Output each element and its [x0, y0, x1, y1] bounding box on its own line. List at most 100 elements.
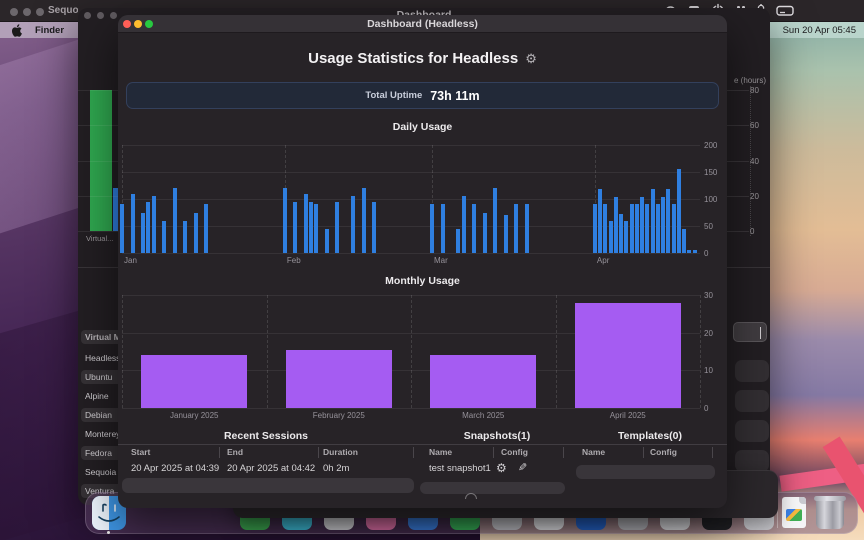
daily-bar — [682, 228, 687, 253]
daily-bar — [640, 197, 645, 253]
gridline — [78, 125, 122, 126]
daily-bar — [361, 188, 366, 253]
daily-bar — [613, 197, 618, 253]
gridline — [78, 161, 122, 162]
gridline — [78, 90, 122, 91]
daily-bar — [676, 169, 681, 253]
apple-menu-icon[interactable] — [12, 23, 23, 37]
settings-gear-icon[interactable]: ⚙ — [525, 52, 537, 65]
y-axis-tick: 100 — [704, 195, 718, 204]
monthly-usage-title: Monthly Usage — [385, 275, 460, 287]
column-divider — [318, 447, 319, 458]
gridline — [122, 253, 700, 254]
gridline — [122, 145, 700, 146]
daily-bar — [645, 204, 650, 253]
month-gridline — [122, 295, 123, 408]
daily-bar — [624, 220, 629, 253]
column-header: Duration — [323, 447, 358, 457]
daily-bar — [193, 212, 198, 253]
daily-bar — [503, 215, 508, 253]
y-axis-tick: 10 — [704, 366, 713, 376]
hours-tick: 60 — [750, 121, 759, 130]
daily-bar — [603, 204, 608, 253]
daily-bar — [120, 204, 124, 253]
daily-bar — [514, 204, 519, 253]
templates-title: Templates(0) — [618, 430, 682, 442]
daily-bar — [335, 201, 340, 253]
month-label: Apr — [596, 256, 610, 265]
daily-bar — [430, 204, 435, 253]
column-divider — [413, 447, 414, 458]
gridline — [727, 231, 749, 232]
dashboard-headless-window: Dashboard (Headless) Usage Statistics fo… — [118, 15, 727, 508]
page-fold — [799, 497, 806, 504]
daily-bar — [482, 212, 487, 253]
session-row-highlight[interactable] — [122, 478, 414, 493]
gridline — [727, 125, 749, 126]
daily-bar — [650, 189, 655, 253]
daily-bar — [456, 228, 461, 253]
month-label: Feb — [286, 256, 301, 265]
monthly-usage-chart — [122, 295, 701, 409]
snapshot-edit-pencil-icon[interactable]: ✎ — [518, 461, 527, 476]
text-field[interactable] — [733, 322, 767, 342]
daily-usage-chart — [120, 145, 700, 254]
daily-bar — [687, 250, 692, 253]
gridline — [78, 231, 122, 232]
hours-tick: 40 — [750, 157, 759, 166]
column-divider — [219, 447, 220, 458]
config-row-pill[interactable] — [735, 360, 769, 382]
daily-bar — [151, 196, 156, 253]
daily-bar — [314, 204, 319, 253]
month-label: February 2025 — [312, 411, 365, 420]
minimize-button[interactable] — [23, 8, 31, 16]
menu-item-finder[interactable]: Finder — [35, 25, 64, 36]
month-label: Jan — [124, 256, 137, 265]
month-gridline — [700, 295, 701, 408]
month-label: April 2025 — [609, 411, 646, 420]
menubar-clock[interactable]: Sun 20 Apr 05:45 — [783, 22, 856, 38]
snapshot-config-gear-icon[interactable]: ⚙ — [496, 461, 507, 476]
zoom-button[interactable] — [36, 8, 44, 16]
y-axis-tick: 0 — [704, 404, 709, 413]
snapshot-name: test snapshot1 — [429, 463, 491, 474]
monthly-bar — [430, 355, 537, 408]
close-button[interactable] — [10, 8, 18, 16]
document-dock-icon[interactable] — [782, 497, 806, 528]
column-divider — [643, 447, 644, 458]
daily-bar — [141, 212, 146, 253]
config-row-pill[interactable] — [735, 390, 769, 412]
daily-bar — [692, 250, 697, 253]
snapshots-title: Snapshots(1) — [463, 430, 531, 442]
daily-usage-title: Daily Usage — [392, 121, 453, 133]
template-empty-row[interactable] — [576, 465, 715, 479]
daily-bar — [172, 188, 177, 253]
gridline — [122, 408, 700, 409]
partial-circle-glyph — [465, 493, 479, 499]
config-row-pill[interactable] — [735, 420, 769, 442]
gridline — [78, 196, 122, 197]
column-header: Config — [650, 447, 677, 457]
column-header: Name — [582, 447, 606, 457]
daily-bar — [655, 204, 660, 253]
table-divider-line — [118, 444, 727, 445]
window-titlebar[interactable]: Dashboard (Headless) — [118, 15, 727, 33]
drive-icon[interactable] — [776, 4, 794, 17]
daily-bar — [629, 204, 634, 253]
y-axis-tick: 150 — [704, 168, 718, 177]
y-axis-tick: 0 — [704, 249, 709, 258]
column-divider — [563, 447, 564, 458]
daily-bar — [372, 201, 377, 253]
daily-bar — [293, 201, 298, 253]
month-gridline — [411, 295, 412, 408]
snapshot-empty-row[interactable] — [420, 482, 565, 494]
column-header: Config — [501, 447, 528, 457]
daily-bar — [324, 228, 329, 253]
daily-bar — [608, 220, 613, 253]
column-header: End — [227, 447, 244, 457]
monthly-bar — [574, 302, 681, 408]
config-row-pill[interactable] — [735, 450, 769, 472]
trash-icon[interactable] — [814, 496, 846, 529]
text-cursor — [760, 327, 761, 339]
monthly-bar — [285, 349, 392, 408]
